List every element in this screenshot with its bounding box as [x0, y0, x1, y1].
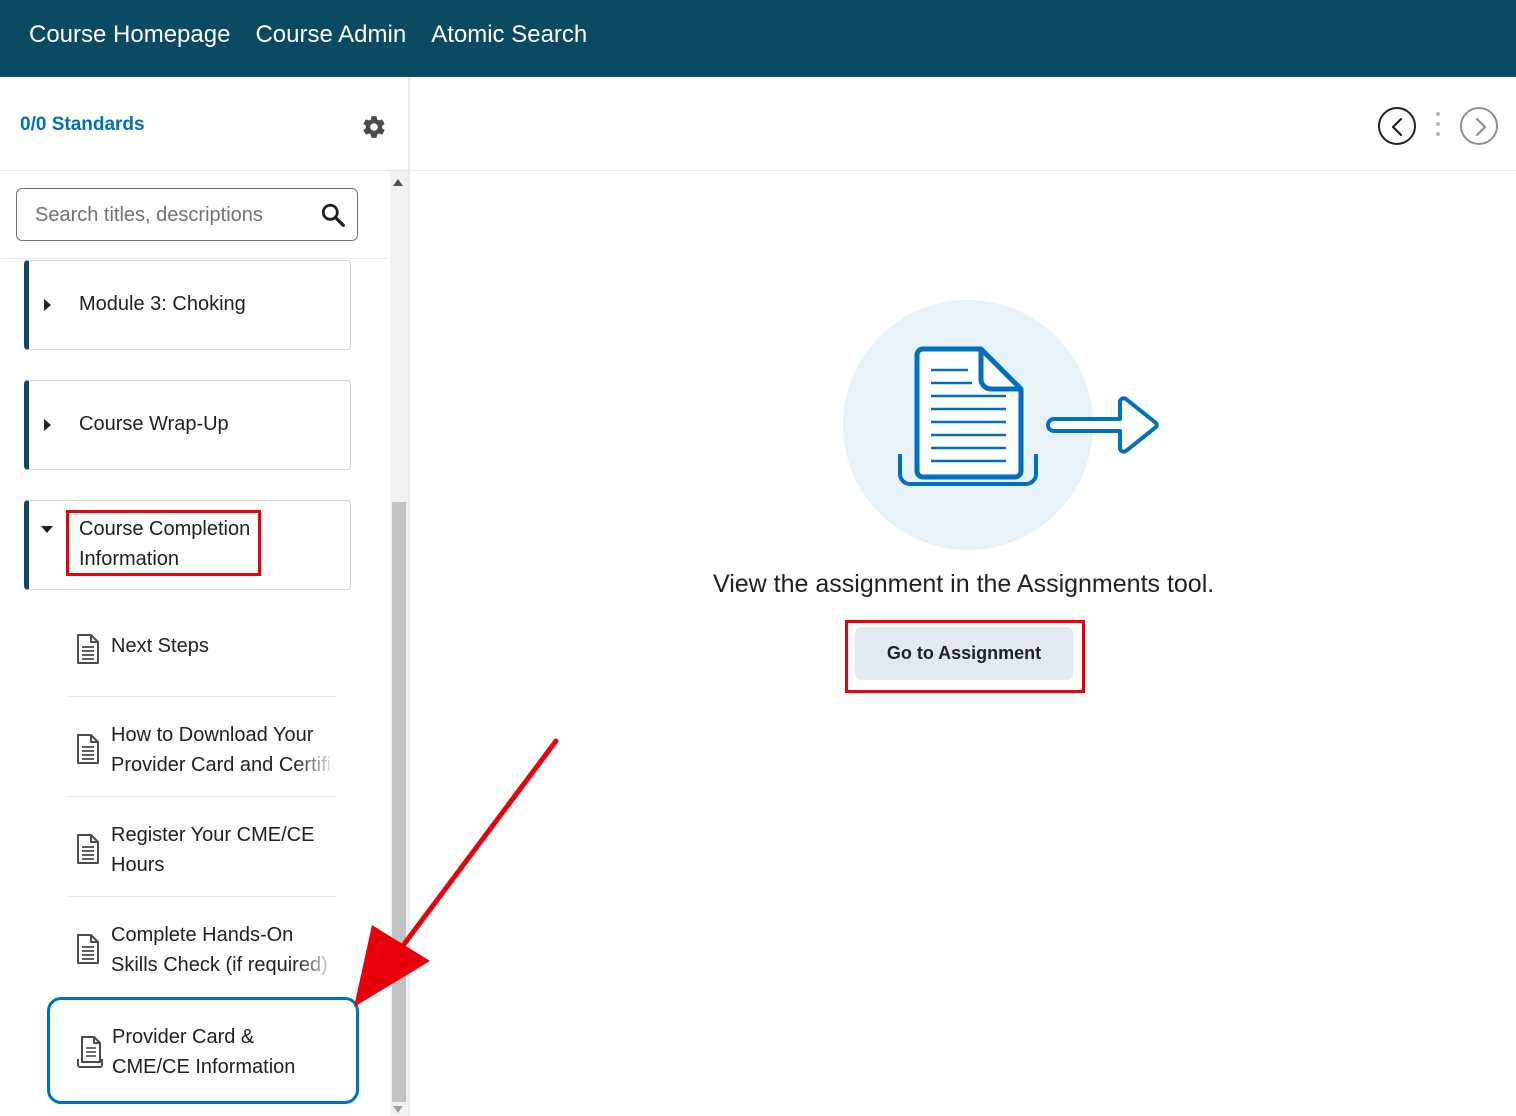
module-label: Module 3: Choking — [79, 293, 246, 315]
topic-item[interactable]: Next Steps — [66, 597, 336, 697]
annotation-highlight-box — [66, 510, 261, 576]
standards-link[interactable]: 0/0 Standards — [20, 114, 145, 136]
previous-topic-button[interactable] — [1378, 107, 1416, 145]
caret-right-icon[interactable] — [44, 419, 51, 431]
assignment-illustration-icon — [843, 300, 1159, 550]
search-icon[interactable] — [320, 202, 346, 228]
top-nav: Course Homepage Course Admin Atomic Sear… — [29, 21, 587, 49]
text-fade — [296, 945, 336, 975]
document-icon — [77, 934, 99, 964]
scroll-down-arrow-icon[interactable] — [393, 1106, 403, 1113]
text-fade — [296, 745, 336, 775]
document-icon — [77, 634, 99, 664]
module-item[interactable]: Module 3: Choking — [24, 260, 351, 350]
nav-atomic-search[interactable]: Atomic Search — [431, 21, 587, 49]
search-box — [16, 188, 358, 241]
topic-item[interactable]: Register Your CME/CE Hours — [66, 797, 336, 897]
gear-icon[interactable] — [361, 114, 387, 140]
topic-item-selected[interactable]: Provider Card & CME/CE Information — [47, 997, 359, 1104]
next-topic-button[interactable] — [1460, 107, 1498, 145]
nav-separator — [1436, 112, 1440, 142]
topic-title: Provider Card & CME/CE Information — [112, 1026, 296, 1078]
chevron-left-icon — [1391, 117, 1403, 137]
nav-course-admin[interactable]: Course Admin — [255, 21, 406, 49]
main-content: View the assignment in the Assignments t… — [410, 77, 1516, 1116]
sidebar-header: 0/0 Standards — [0, 77, 408, 171]
caret-down-icon[interactable] — [41, 526, 53, 533]
empty-state-message: View the assignment in the Assignments t… — [713, 570, 1215, 598]
module-item[interactable]: Course Wrap-Up — [24, 380, 351, 470]
topic-item[interactable]: Complete Hands-On Skills Check (if requi… — [66, 897, 336, 997]
assignment-document-icon — [77, 1036, 103, 1068]
module-item-expanded[interactable]: Course Completion Information — [24, 500, 351, 590]
top-navigation-bar: Course Homepage Course Admin Atomic Sear… — [0, 0, 1516, 77]
chevron-right-icon — [1475, 117, 1487, 137]
document-icon — [77, 734, 99, 764]
annotation-highlight-box — [845, 620, 1085, 693]
nav-course-homepage[interactable]: Course Homepage — [29, 21, 230, 49]
topic-item[interactable]: How to Download Your Provider Card and C… — [66, 697, 336, 797]
annotation-arrow-icon — [354, 738, 559, 1007]
document-icon — [77, 834, 99, 864]
module-label: Course Wrap-Up — [79, 413, 229, 435]
search-input[interactable] — [35, 201, 305, 229]
search-divider — [0, 258, 388, 259]
main-header — [410, 77, 1516, 171]
scroll-up-arrow-icon[interactable] — [393, 179, 403, 186]
caret-right-icon[interactable] — [44, 299, 51, 311]
topic-title: Next Steps — [111, 635, 209, 657]
topic-title: Register Your CME/CE Hours — [111, 824, 315, 876]
